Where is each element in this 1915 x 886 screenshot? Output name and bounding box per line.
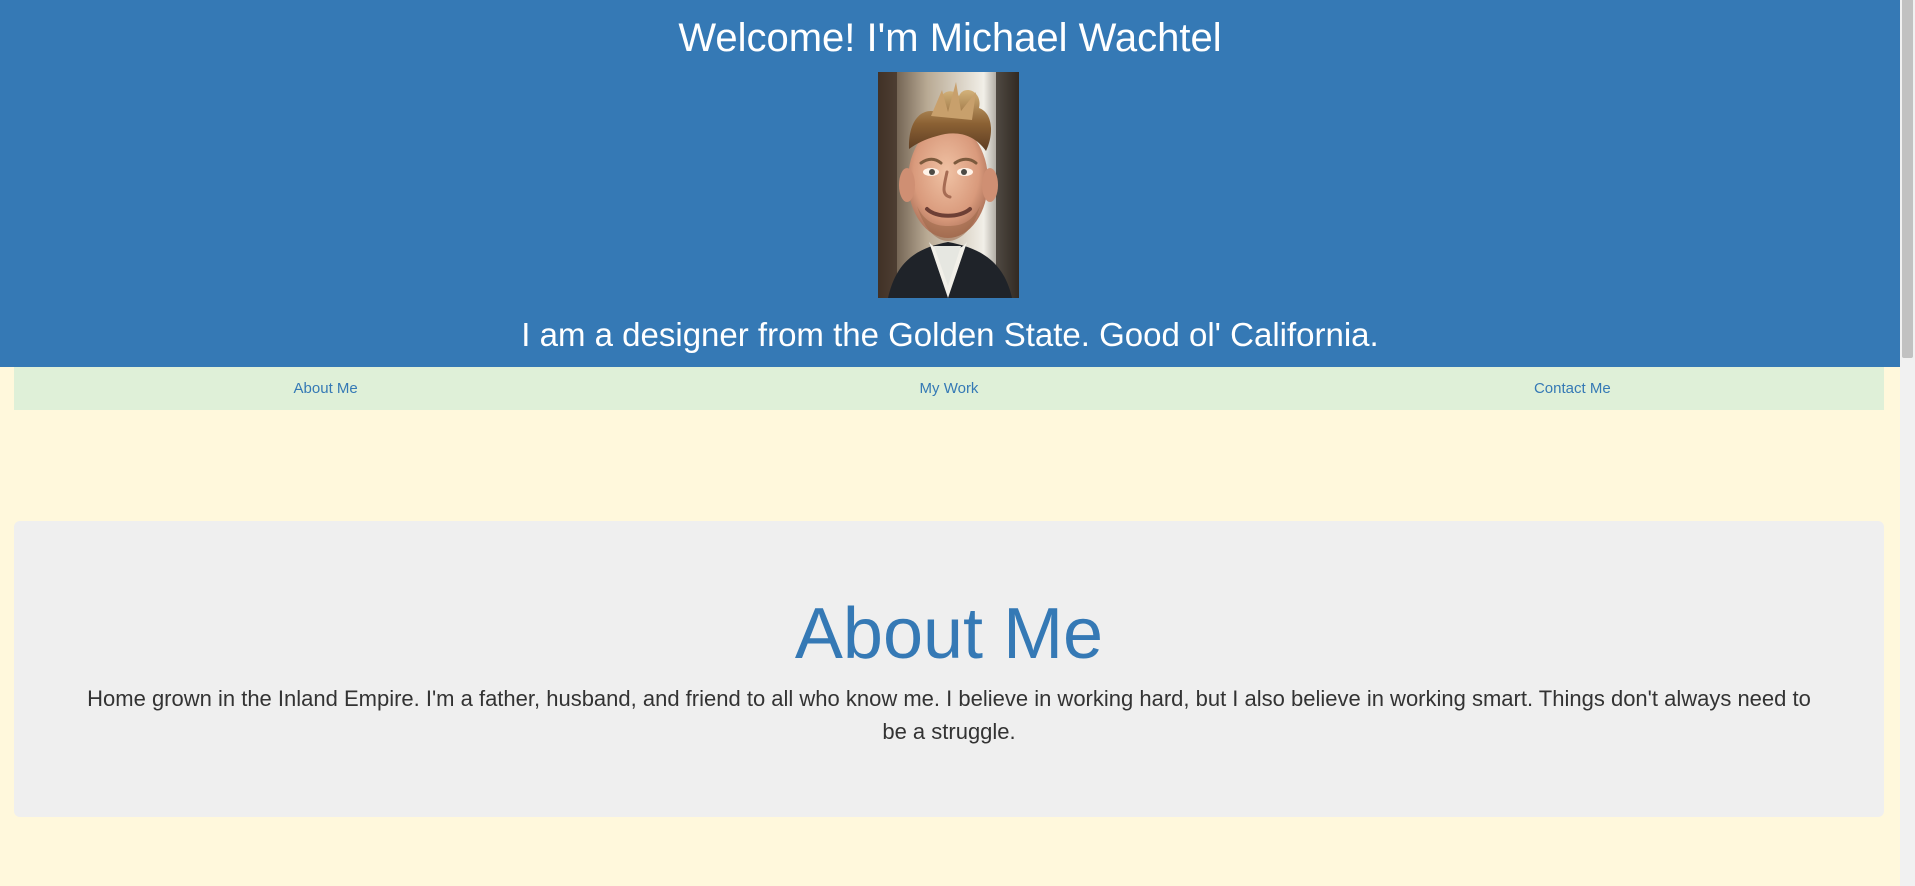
about-description: Home grown in the Inland Empire. I'm a f…	[87, 686, 1811, 744]
main-navigation: About Me My Work Contact Me	[14, 367, 1884, 410]
hero-header: Welcome! I'm Michael Wachtel I am a desi…	[0, 0, 1900, 367]
page-title: Welcome! I'm Michael Wachtel	[678, 16, 1222, 60]
about-section: About Me Home grown in the Inland Empire…	[14, 521, 1884, 817]
nav-my-work-link[interactable]: My Work	[637, 367, 1260, 410]
nav-contact-me-link[interactable]: Contact Me	[1261, 367, 1884, 410]
vertical-scrollbar[interactable]	[1900, 0, 1915, 886]
tagline: I am a designer from the Golden State. G…	[521, 316, 1379, 353]
about-title: About Me	[794, 594, 1104, 674]
nav-about-me-link[interactable]: About Me	[14, 367, 637, 410]
profile-photo	[878, 72, 1019, 298]
scrollbar-thumb[interactable]	[1902, 0, 1913, 358]
portfolio-page: Welcome! I'm Michael Wachtel I am a desi…	[0, 0, 1900, 886]
profile-photo-image	[878, 72, 1019, 298]
